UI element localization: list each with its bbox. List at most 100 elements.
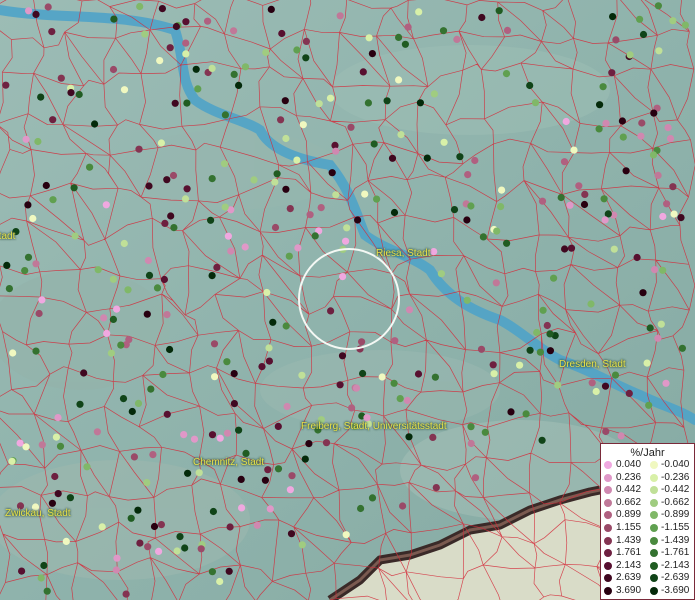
measurement-point[interactable] bbox=[543, 321, 551, 330]
place-label-riesa[interactable]: Riesa, Stadt bbox=[376, 248, 430, 259]
measurement-point[interactable] bbox=[478, 13, 486, 22]
measurement-point[interactable] bbox=[157, 139, 165, 147]
measurement-point[interactable] bbox=[213, 263, 221, 271]
measurement-point[interactable] bbox=[230, 70, 238, 78]
measurement-point[interactable] bbox=[273, 170, 281, 178]
measurement-point[interactable] bbox=[391, 337, 399, 345]
measurement-point[interactable] bbox=[230, 370, 238, 378]
measurement-point[interactable] bbox=[112, 566, 120, 574]
measurement-point[interactable] bbox=[481, 428, 489, 436]
measurement-point[interactable] bbox=[678, 344, 687, 352]
measurement-point[interactable] bbox=[208, 431, 217, 439]
measurement-point[interactable] bbox=[67, 89, 75, 97]
measurement-point[interactable] bbox=[662, 379, 670, 387]
measurement-point[interactable] bbox=[158, 5, 166, 13]
measurement-point[interactable] bbox=[93, 428, 101, 436]
measurement-point[interactable] bbox=[357, 504, 365, 513]
measurement-point[interactable] bbox=[602, 427, 610, 436]
measurement-point[interactable] bbox=[128, 407, 136, 416]
measurement-point[interactable] bbox=[56, 442, 65, 450]
measurement-point[interactable] bbox=[159, 370, 167, 379]
measurement-point[interactable] bbox=[145, 182, 153, 190]
measurement-point[interactable] bbox=[120, 239, 128, 248]
measurement-point[interactable] bbox=[208, 568, 216, 576]
measurement-point[interactable] bbox=[343, 224, 351, 232]
measurement-point[interactable] bbox=[639, 30, 648, 39]
measurement-point[interactable] bbox=[171, 99, 179, 107]
measurement-point[interactable] bbox=[211, 373, 219, 381]
measurement-point[interactable] bbox=[423, 154, 431, 162]
measurement-point[interactable] bbox=[44, 3, 52, 11]
measurement-point[interactable] bbox=[600, 195, 608, 203]
measurement-point[interactable] bbox=[103, 329, 111, 337]
measurement-point[interactable] bbox=[110, 15, 118, 23]
measurement-point[interactable] bbox=[332, 147, 340, 155]
measurement-point[interactable] bbox=[326, 94, 335, 102]
measurement-point[interactable] bbox=[365, 34, 373, 42]
measurement-point[interactable] bbox=[109, 275, 117, 283]
measurement-point[interactable] bbox=[98, 523, 106, 531]
measurement-point[interactable] bbox=[348, 404, 356, 412]
measurement-point[interactable] bbox=[636, 15, 644, 23]
measurement-point[interactable] bbox=[143, 479, 151, 487]
measurement-point[interactable] bbox=[637, 132, 645, 140]
measurement-point[interactable] bbox=[269, 318, 277, 326]
measurement-point[interactable] bbox=[495, 7, 503, 15]
measurement-point[interactable] bbox=[274, 465, 283, 473]
measurement-point[interactable] bbox=[599, 83, 607, 91]
measurement-point[interactable] bbox=[655, 47, 663, 55]
measurement-point[interactable] bbox=[397, 131, 405, 139]
measurement-point[interactable] bbox=[669, 183, 677, 191]
measurement-point[interactable] bbox=[403, 396, 411, 405]
measurement-point[interactable] bbox=[182, 50, 190, 58]
measurement-point[interactable] bbox=[181, 544, 189, 552]
measurement-point[interactable] bbox=[431, 373, 439, 381]
measurement-point[interactable] bbox=[183, 185, 191, 193]
measurement-point[interactable] bbox=[328, 169, 336, 177]
measurement-point[interactable] bbox=[34, 137, 42, 146]
measurement-point[interactable] bbox=[626, 51, 634, 59]
measurement-point[interactable] bbox=[378, 373, 386, 381]
measurement-point[interactable] bbox=[262, 48, 270, 57]
measurement-point[interactable] bbox=[150, 522, 159, 531]
measurement-point[interactable] bbox=[557, 193, 565, 202]
measurement-point[interactable] bbox=[278, 29, 286, 38]
measurement-point[interactable] bbox=[453, 35, 461, 44]
place-label-edge[interactable]: Stadt bbox=[0, 231, 15, 242]
measurement-point[interactable] bbox=[70, 184, 78, 192]
measurement-point[interactable] bbox=[361, 190, 369, 198]
measurement-point[interactable] bbox=[235, 81, 243, 89]
measurement-point[interactable] bbox=[654, 334, 662, 342]
measurement-point[interactable] bbox=[358, 338, 366, 346]
measurement-point[interactable] bbox=[581, 190, 589, 198]
measurement-point[interactable] bbox=[601, 216, 609, 224]
measurement-point[interactable] bbox=[315, 100, 323, 108]
measurement-point[interactable] bbox=[265, 344, 273, 352]
measurement-point[interactable] bbox=[161, 219, 169, 227]
measurement-point[interactable] bbox=[364, 99, 372, 107]
measurement-point[interactable] bbox=[352, 384, 361, 392]
measurement-point[interactable] bbox=[477, 345, 486, 353]
measurement-point[interactable] bbox=[109, 65, 118, 74]
measurement-point[interactable] bbox=[83, 463, 91, 471]
measurement-point[interactable] bbox=[195, 469, 203, 477]
measurement-point[interactable] bbox=[230, 400, 238, 408]
measurement-point[interactable] bbox=[416, 99, 424, 107]
measurement-point[interactable] bbox=[261, 476, 269, 484]
measurement-point[interactable] bbox=[293, 156, 301, 164]
measurement-point[interactable] bbox=[190, 435, 199, 443]
measurement-point[interactable] bbox=[166, 345, 174, 354]
measurement-point[interactable] bbox=[285, 252, 293, 260]
measurement-point[interactable] bbox=[163, 176, 171, 184]
measurement-point[interactable] bbox=[176, 533, 184, 541]
measurement-point[interactable] bbox=[134, 506, 142, 514]
measurement-point[interactable] bbox=[560, 158, 569, 166]
measurement-point[interactable] bbox=[52, 433, 61, 441]
measurement-point[interactable] bbox=[224, 232, 232, 240]
measurement-point[interactable] bbox=[100, 314, 108, 322]
measurement-point[interactable] bbox=[113, 554, 121, 562]
measurement-point[interactable] bbox=[283, 402, 291, 411]
measurement-point[interactable] bbox=[181, 195, 190, 203]
measurement-point[interactable] bbox=[373, 195, 381, 203]
measurement-point[interactable] bbox=[536, 348, 545, 356]
